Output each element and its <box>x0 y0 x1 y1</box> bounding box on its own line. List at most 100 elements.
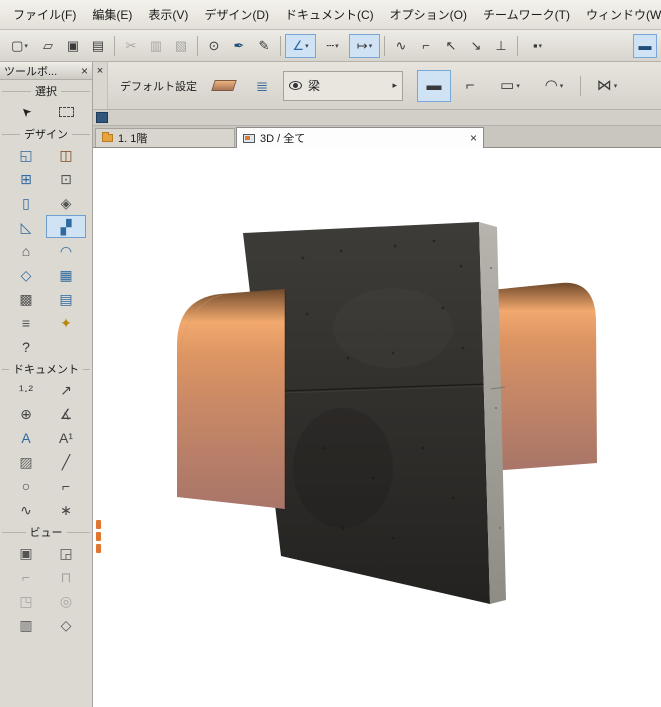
new-document-button[interactable]: ▢ ▾ <box>4 34 35 58</box>
inclined-beam-icon: ⌐ <box>465 77 475 94</box>
morph-tool[interactable]: ◇ <box>6 263 46 286</box>
mesh-tool[interactable]: ▦ <box>46 263 86 286</box>
open-button[interactable]: ▱ <box>36 34 60 58</box>
object-icon: ◈ <box>60 194 72 211</box>
figure-tool[interactable]: ▣ <box>6 541 46 564</box>
wall-tool[interactable]: ◱ <box>6 143 46 166</box>
column-tool[interactable]: ▯ <box>6 191 46 214</box>
arrow-tool[interactable]: ➤ <box>6 100 46 123</box>
label-tool[interactable]: A¹ <box>46 426 86 449</box>
slab-tool[interactable]: ◺ <box>6 215 46 238</box>
text-tool[interactable]: A <box>6 426 46 449</box>
zoom-button[interactable]: ⊙ <box>202 34 226 58</box>
cut-icon: ✂ <box>125 38 137 53</box>
copy-button[interactable]: ▥ <box>144 34 168 58</box>
menu-item-4[interactable]: デザイン(D) <box>197 2 276 27</box>
cut-button[interactable]: ✂ <box>119 34 143 58</box>
pen-weight-button[interactable]: ▪ ▾ <box>522 34 553 58</box>
curved-beam-button[interactable]: ◠ ▾ <box>533 70 575 102</box>
detail-tool[interactable]: ◎ <box>46 589 86 612</box>
element-type-label: 梁 <box>308 79 321 93</box>
element-type-selector[interactable]: 梁 ▸ <box>283 70 403 101</box>
gravity-button[interactable]: ↦ ▾ <box>349 33 380 58</box>
paste-button[interactable]: ▧ <box>169 34 193 58</box>
right-beam[interactable] <box>491 282 597 471</box>
line-tool[interactable]: ╱ <box>46 450 86 473</box>
elevation-dimension-tool[interactable]: ↗ <box>46 378 86 401</box>
hotspot-tool[interactable]: ∗ <box>46 498 86 521</box>
view-3d-tab[interactable]: 3D / 全て × <box>236 127 484 148</box>
profile-beam-button[interactable]: ▭ ▾ <box>489 70 531 102</box>
axonometry-tool[interactable]: ◇ <box>46 613 86 636</box>
guide-lines-button[interactable]: ∠ ▾ <box>285 33 316 58</box>
dropdown-caret-icon: ▾ <box>24 42 28 50</box>
worksheet-link-button[interactable]: ⌐ <box>414 34 438 58</box>
left-beam[interactable] <box>177 289 285 509</box>
beam-default-button[interactable] <box>207 70 241 102</box>
menu-item-6[interactable]: オプション(O) <box>383 2 474 27</box>
arc-tool[interactable]: ○ <box>6 474 46 497</box>
window-tool[interactable]: ⊞ <box>6 167 46 190</box>
menu-item-2[interactable]: 編集(E) <box>85 2 139 27</box>
guide-lines-icon: ∠ <box>292 38 305 53</box>
drawing-tool[interactable]: ◲ <box>46 541 86 564</box>
curtain-wall-tool[interactable]: ▤ <box>46 287 86 310</box>
section-header-view: ビュー <box>2 524 90 540</box>
inclined-beam-button[interactable]: ⌐ <box>453 70 487 102</box>
beam-display-icon: ▬ <box>638 38 652 53</box>
beam-geometry-group: ▬ ⌐ ▭ ▾ ◠ ▾ ⋈ ▾ <box>417 69 628 102</box>
section-tool[interactable]: ⌐ <box>6 565 46 588</box>
straight-beam-button[interactable]: ▬ <box>417 69 451 102</box>
pane-handle-icon[interactable] <box>96 112 108 123</box>
perpendicular-button[interactable]: ⊥ <box>489 34 513 58</box>
settings-close-icon[interactable]: × <box>97 65 103 77</box>
door-tool[interactable]: ◫ <box>46 143 86 166</box>
floor-tab[interactable]: 1. 1階 <box>95 128 235 147</box>
zone-tool[interactable]: ▩ <box>6 287 46 310</box>
roof-tool[interactable]: ⌂ <box>6 239 46 262</box>
angle-dimension-tool[interactable]: ∡ <box>46 402 86 425</box>
marquee-mode-icon: ↘ <box>470 38 482 53</box>
collapsed-palette-badge[interactable] <box>96 520 103 553</box>
trace-reference-button[interactable]: ∿ <box>389 34 413 58</box>
marquee-mode-button[interactable]: ↘ <box>464 34 488 58</box>
pen-button[interactable]: ✒ <box>227 34 251 58</box>
shell-icon: ◠ <box>59 242 73 259</box>
polyline-tool[interactable]: ⌐ <box>46 474 86 497</box>
save-button[interactable]: ▣ <box>61 34 85 58</box>
stair-tool[interactable]: ≡ <box>6 311 46 334</box>
lamp-icon: ✦ <box>60 314 72 331</box>
menu-item-7[interactable]: チームワーク(T) <box>476 2 577 27</box>
tab-close-icon[interactable]: × <box>470 131 477 145</box>
toolbox-close-icon[interactable]: × <box>81 65 88 77</box>
toolbox-header[interactable]: ツールボ... × <box>0 62 92 80</box>
fill-tool[interactable]: ▨ <box>6 450 46 473</box>
print-button[interactable]: ▤ <box>86 34 110 58</box>
skylight-tool[interactable]: ⊡ <box>46 167 86 190</box>
viewport-3d[interactable] <box>93 148 661 707</box>
menu-item-8[interactable]: ウィンドウ(W) <box>579 2 661 27</box>
menu-item-1[interactable]: ファイル(F) <box>6 2 83 27</box>
shell-tool[interactable]: ◠ <box>46 239 86 262</box>
arrow-mode-button[interactable]: ↖ <box>439 34 463 58</box>
crossing-beam-button[interactable]: ⋈ ▾ <box>586 70 628 102</box>
elevation-tool[interactable]: ⊓ <box>46 565 86 588</box>
menu-item-5[interactable]: ドキュメント(C) <box>278 2 381 27</box>
level-dimension-tool[interactable]: ⊕ <box>6 402 46 425</box>
dimension-tool[interactable]: ¹·² <box>6 378 46 401</box>
marquee-tool[interactable] <box>46 100 86 123</box>
more-tool[interactable]: ? <box>6 335 46 358</box>
paste-icon: ▧ <box>174 38 188 53</box>
worksheet-tool[interactable]: ▥ <box>6 613 46 636</box>
menu-item-3[interactable]: 表示(V) <box>141 2 195 27</box>
beam-tool[interactable]: ▞ <box>46 215 86 238</box>
lamp-tool[interactable]: ✦ <box>46 311 86 334</box>
interior-elevation-tool[interactable]: ◳ <box>6 589 46 612</box>
layers-button[interactable]: ≣ <box>245 70 279 102</box>
pencil-button[interactable]: ✎ <box>252 34 276 58</box>
beam-display-button[interactable]: ▬ <box>633 33 657 58</box>
object-tool[interactable]: ◈ <box>46 191 86 214</box>
spline-tool[interactable]: ∿ <box>6 498 46 521</box>
snap-guide-button[interactable]: ┄ ▾ <box>317 34 348 58</box>
elevation-icon: ⊓ <box>60 568 72 585</box>
